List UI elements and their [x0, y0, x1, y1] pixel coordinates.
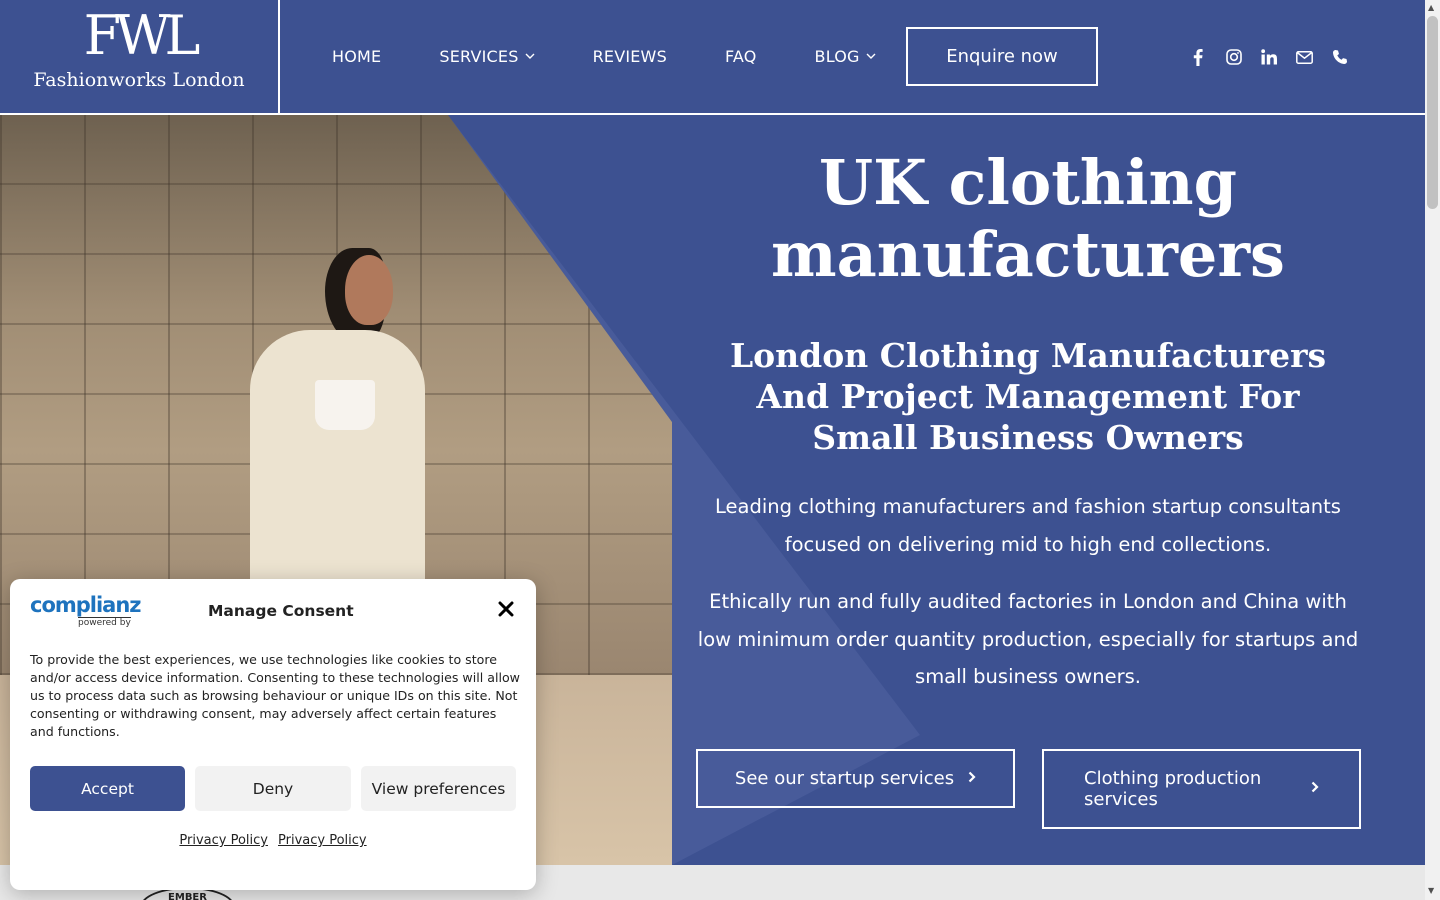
- nav-reviews-label: REVIEWS: [592, 46, 667, 66]
- production-services-label: Clothing production services: [1084, 768, 1262, 810]
- production-services-button[interactable]: Clothing production services: [1042, 749, 1361, 829]
- logo-name: Fashionworks London: [33, 69, 245, 91]
- logo-mark: FWL: [83, 4, 201, 67]
- nav-faq[interactable]: FAQ: [725, 47, 757, 66]
- privacy-policy-link[interactable]: Privacy Policy: [179, 833, 268, 848]
- phone-icon[interactable]: [1330, 47, 1350, 67]
- hero-paragraph-2: Ethically run and fully audited factorie…: [697, 590, 1359, 688]
- hero-subtitle: London Clothing Manufacturers And Projec…: [729, 336, 1327, 457]
- startup-services-label: See our startup services: [734, 768, 955, 789]
- consent-links: Privacy Policy Privacy Policy: [10, 833, 536, 848]
- site-header: FWL Fashionworks London HOME SERVICES RE…: [0, 0, 1425, 113]
- nav-home-label: HOME: [332, 46, 382, 66]
- hero-title-line2: manufacturers: [771, 218, 1285, 291]
- social-links: [1188, 47, 1366, 67]
- nav-blog[interactable]: BLOG: [815, 47, 876, 66]
- deny-button[interactable]: Deny: [195, 766, 351, 811]
- model-head: [345, 255, 393, 325]
- scroll-up-arrow-icon[interactable]: ▲: [1428, 3, 1434, 12]
- privacy-policy-link[interactable]: Privacy Policy: [278, 833, 367, 848]
- facebook-icon[interactable]: [1188, 47, 1208, 67]
- hero-title-line1: UK clothing: [819, 146, 1237, 219]
- chevron-down-icon: [525, 50, 535, 63]
- nav-services-label: SERVICES: [439, 46, 519, 66]
- chevron-right-icon: [968, 771, 976, 787]
- mail-icon[interactable]: [1295, 47, 1315, 67]
- consent-description: To provide the best experiences, we use …: [30, 652, 520, 739]
- chevron-down-icon: [866, 50, 876, 63]
- nav-faq-label: FAQ: [724, 46, 757, 66]
- instagram-icon[interactable]: [1224, 47, 1244, 67]
- close-icon[interactable]: [494, 597, 518, 621]
- complianz-brand: complianz: [30, 593, 142, 617]
- model-top: [315, 380, 375, 430]
- chevron-right-icon: [1311, 779, 1319, 800]
- startup-services-button[interactable]: See our startup services: [696, 749, 1015, 808]
- enquire-now-button[interactable]: Enquire now: [906, 27, 1098, 86]
- complianz-logo: complianz powered by: [30, 593, 142, 628]
- nav-blog-label: BLOG: [814, 46, 860, 66]
- powered-by-label: powered by: [78, 617, 131, 628]
- nav-services[interactable]: SERVICES: [439, 46, 535, 66]
- accept-button[interactable]: Accept: [30, 766, 185, 811]
- site-logo[interactable]: FWL Fashionworks London: [0, 0, 280, 113]
- consent-title: Manage Consent: [208, 602, 354, 620]
- linkedin-icon[interactable]: [1259, 47, 1279, 67]
- scroll-down-arrow-icon[interactable]: ▼: [1428, 886, 1434, 895]
- hero-title: UK clothing manufacturers: [672, 147, 1384, 291]
- nav-reviews[interactable]: REVIEWS: [593, 47, 667, 66]
- scrollbar-thumb[interactable]: [1427, 16, 1438, 209]
- view-preferences-button[interactable]: View preferences: [361, 766, 516, 811]
- page-scrollbar[interactable]: ▲ ▼: [1425, 0, 1440, 900]
- consent-dialog: complianz powered by Manage Consent To p…: [10, 579, 536, 890]
- hero-paragraph-1: Leading clothing manufacturers and fashi…: [715, 495, 1341, 556]
- nav-home[interactable]: HOME: [332, 47, 381, 66]
- main-nav: HOME SERVICES REVIEWS FAQ BLOG: [332, 45, 934, 67]
